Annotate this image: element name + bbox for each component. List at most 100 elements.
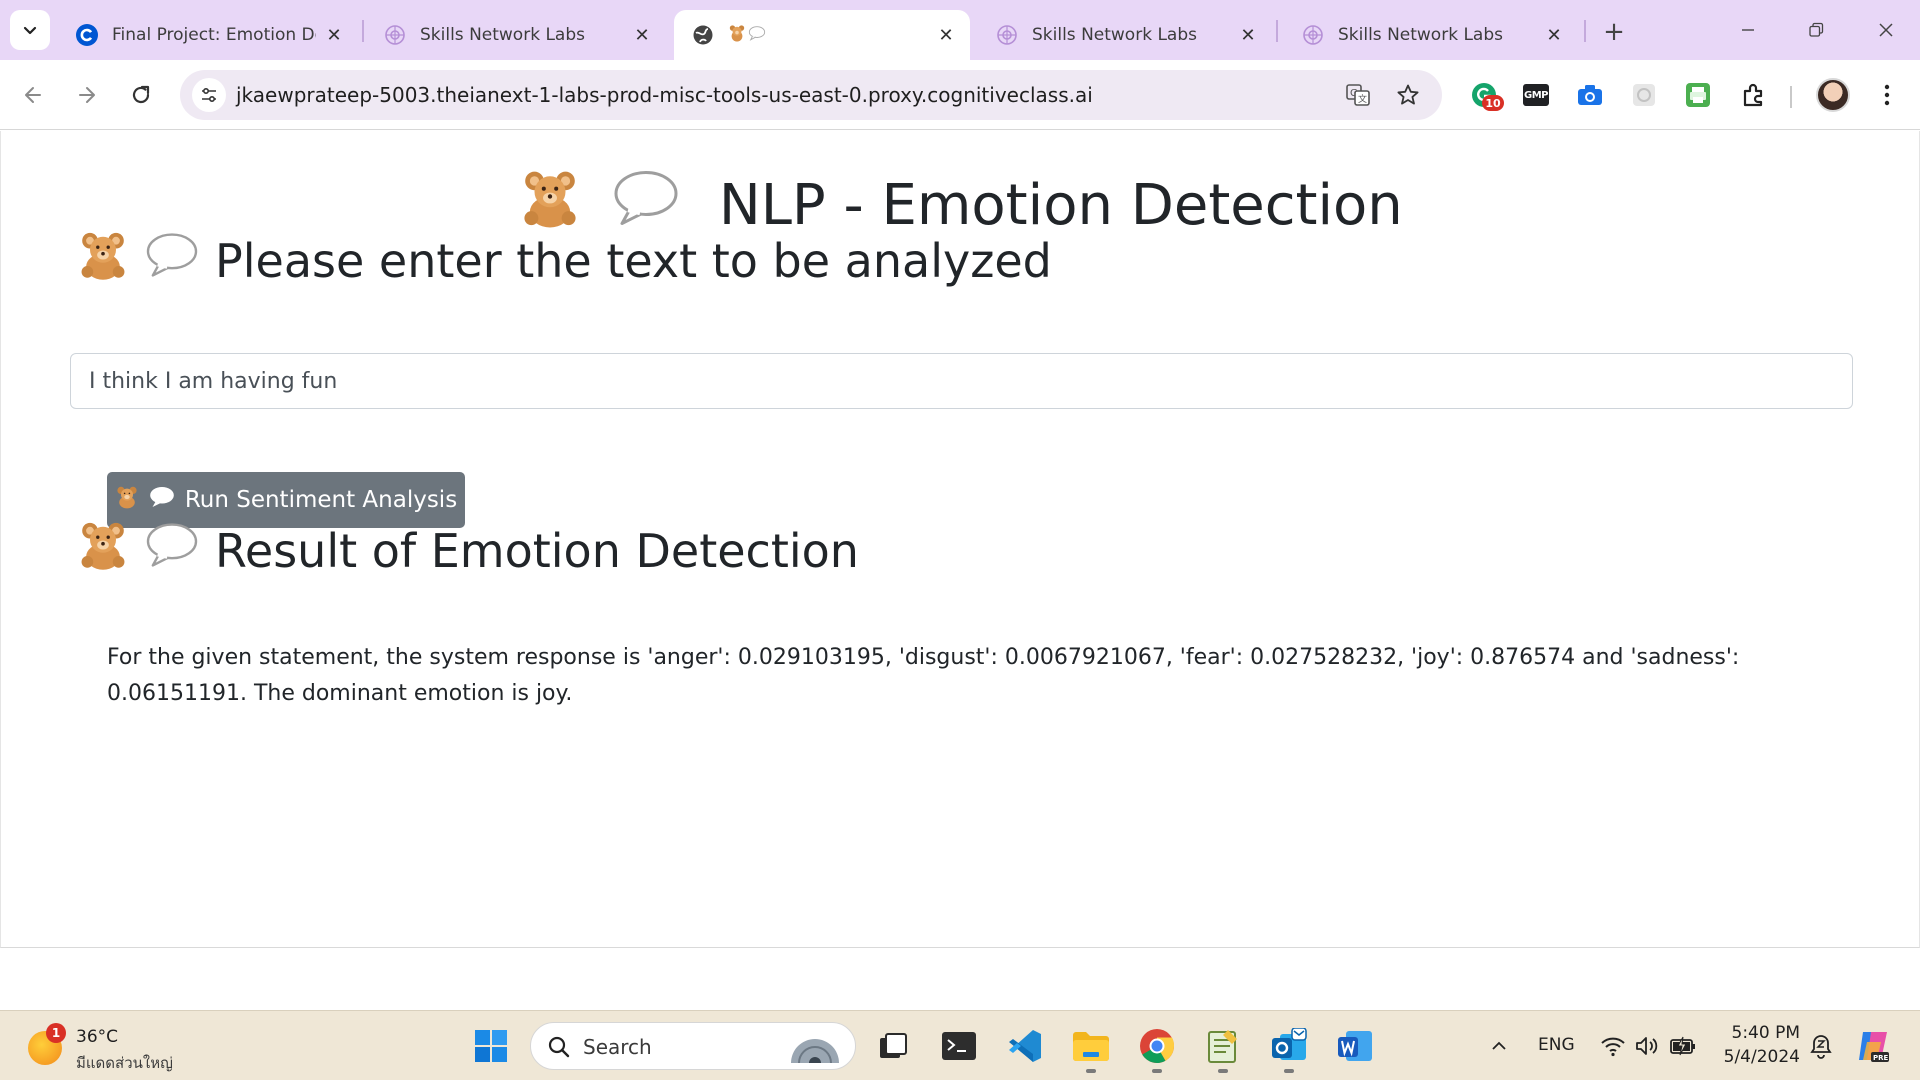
copilot-button[interactable]: PRE xyxy=(1852,1025,1894,1067)
gmp-extension-icon[interactable]: GMP xyxy=(1522,81,1550,109)
result-heading: Result of Emotion Detection xyxy=(77,519,859,582)
bookmark-button[interactable] xyxy=(1394,81,1422,109)
tab-separator xyxy=(1584,20,1586,42)
close-tab-icon[interactable]: ✕ xyxy=(632,25,652,46)
weather-desc: มีแดดส่วนใหญ่ xyxy=(76,1054,173,1072)
input-heading-text: Please enter the text to be analyzed xyxy=(215,233,1052,288)
new-tab-button[interactable]: + xyxy=(1596,14,1632,50)
reload-icon xyxy=(132,85,150,104)
running-indicator xyxy=(1152,1069,1162,1073)
language-indicator[interactable]: ENG xyxy=(1538,1035,1575,1055)
back-button[interactable] xyxy=(14,76,52,114)
browser-menu-button[interactable] xyxy=(1872,80,1902,110)
taskbar-clock[interactable]: 5:40 PM 5/4/2024 xyxy=(1720,1021,1800,1069)
tab-title: Final Project: Emotion De xyxy=(112,25,316,45)
copilot-icon: PRE xyxy=(1859,1032,1889,1062)
teddy-bear-icon xyxy=(728,24,746,47)
text-to-analyze-input[interactable] xyxy=(70,353,1853,409)
igloo-highlight-icon xyxy=(791,1039,839,1064)
notepad-app[interactable] xyxy=(1202,1025,1244,1073)
clock-time: 5:40 PM xyxy=(1731,1023,1801,1043)
minimize-button[interactable] xyxy=(1722,10,1774,50)
weather-badge: 1 xyxy=(46,1023,66,1043)
close-tab-icon[interactable]: ✕ xyxy=(324,25,344,46)
svg-text:PRE: PRE xyxy=(1873,1054,1889,1062)
close-icon xyxy=(1879,23,1893,37)
translate-button[interactable]: G文 xyxy=(1344,81,1372,109)
tab-skills-network-2[interactable]: Skills Network Labs ✕ xyxy=(978,10,1272,60)
battery-button[interactable] xyxy=(1662,1025,1704,1067)
forward-button[interactable] xyxy=(68,76,106,114)
word-icon xyxy=(1338,1031,1372,1061)
taskbar-search-box[interactable]: Search xyxy=(530,1022,856,1070)
result-text: For the given statement, the system resp… xyxy=(107,645,1740,706)
tune-icon xyxy=(202,87,216,103)
skills-network-icon xyxy=(996,24,1018,46)
tab-skills-network-3[interactable]: Skills Network Labs ✕ xyxy=(1284,10,1578,60)
outlook-icon xyxy=(1272,1028,1307,1060)
task-view-button[interactable] xyxy=(872,1025,914,1067)
tab-search-button[interactable] xyxy=(10,10,50,50)
chevron-up-icon xyxy=(1492,1041,1506,1050)
folder-icon xyxy=(1073,1032,1109,1061)
tab-title: Skills Network Labs xyxy=(420,25,585,45)
start-button[interactable] xyxy=(470,1025,512,1067)
tab-final-project[interactable]: Final Project: Emotion De ✕ xyxy=(58,10,358,60)
skills-network-icon xyxy=(1302,24,1324,46)
camera-extension-icon[interactable] xyxy=(1576,81,1604,109)
weather-temp: 36°C xyxy=(76,1027,119,1047)
search-label: Search xyxy=(583,1035,652,1059)
clock-date: 5/4/2024 xyxy=(1723,1047,1800,1067)
puzzle-extensions-icon[interactable] xyxy=(1740,81,1768,109)
minimize-icon xyxy=(1742,29,1754,31)
input-heading: Please enter the text to be analyzed xyxy=(77,229,1052,292)
toolbar-separator xyxy=(1790,86,1792,108)
file-explorer-app[interactable] xyxy=(1070,1025,1112,1073)
gmp-label: GMP xyxy=(1523,84,1549,106)
chrome-app[interactable] xyxy=(1136,1025,1178,1073)
notifications-button[interactable] xyxy=(1800,1025,1842,1067)
speech-bubble-icon xyxy=(748,24,766,47)
weather-widget[interactable]: 1 36°C มีแดดส่วนใหญ่ xyxy=(28,1023,228,1072)
restore-button[interactable] xyxy=(1790,10,1842,50)
grammarly-extension-icon[interactable]: 10 xyxy=(1470,81,1504,111)
speech-bubble-icon xyxy=(145,231,199,290)
url-text[interactable]: jkaewprateep-5003.theianext-1-labs-prod-… xyxy=(236,83,1093,107)
close-tab-icon[interactable]: ✕ xyxy=(1238,25,1258,46)
close-tab-icon[interactable]: ✕ xyxy=(936,25,956,46)
close-tab-icon[interactable]: ✕ xyxy=(1544,25,1564,46)
site-info-button[interactable] xyxy=(192,78,226,112)
windows-logo-icon xyxy=(475,1030,507,1062)
arrow-left-icon xyxy=(25,87,41,103)
running-indicator xyxy=(1218,1069,1228,1073)
translate-icon: G文 xyxy=(1346,84,1370,106)
address-bar[interactable]: jkaewprateep-5003.theianext-1-labs-prod-… xyxy=(180,70,1442,120)
grey-extension-icon[interactable] xyxy=(1630,81,1658,109)
speech-bubble-icon xyxy=(149,485,175,515)
show-hidden-icons-button[interactable] xyxy=(1478,1025,1520,1067)
tab-title: Skills Network Labs xyxy=(1032,25,1197,45)
search-icon xyxy=(548,1036,570,1058)
tab-skills-network-1[interactable]: Skills Network Labs ✕ xyxy=(366,10,666,60)
windows-taskbar: 1 36°C มีแดดส่วนใหญ่ Search ENG 5:40 PM … xyxy=(0,1010,1920,1080)
terminal-icon xyxy=(942,1032,976,1060)
printer-extension-icon[interactable] xyxy=(1684,81,1712,109)
arrow-right-icon xyxy=(79,87,95,103)
outlook-app[interactable] xyxy=(1268,1025,1310,1073)
terminal-app[interactable] xyxy=(938,1025,980,1067)
tab-title: Skills Network Labs xyxy=(1338,25,1503,45)
speech-bubble-icon xyxy=(145,521,199,580)
page-title-text: NLP - Emotion Detection xyxy=(718,172,1403,238)
word-app[interactable] xyxy=(1334,1025,1376,1067)
vscode-app[interactable] xyxy=(1004,1025,1046,1067)
run-button-label: Run Sentiment Analysis xyxy=(184,487,458,513)
result-heading-text: Result of Emotion Detection xyxy=(215,523,859,578)
tab-emotion-detection-active[interactable]: ✕ xyxy=(674,10,970,60)
reload-button[interactable] xyxy=(122,76,160,114)
chevron-down-icon xyxy=(23,26,37,35)
teddy-bear-icon xyxy=(77,229,129,292)
globe-icon xyxy=(692,24,714,46)
tab-separator xyxy=(362,20,364,42)
profile-avatar[interactable] xyxy=(1816,78,1850,112)
close-window-button[interactable] xyxy=(1860,10,1912,50)
